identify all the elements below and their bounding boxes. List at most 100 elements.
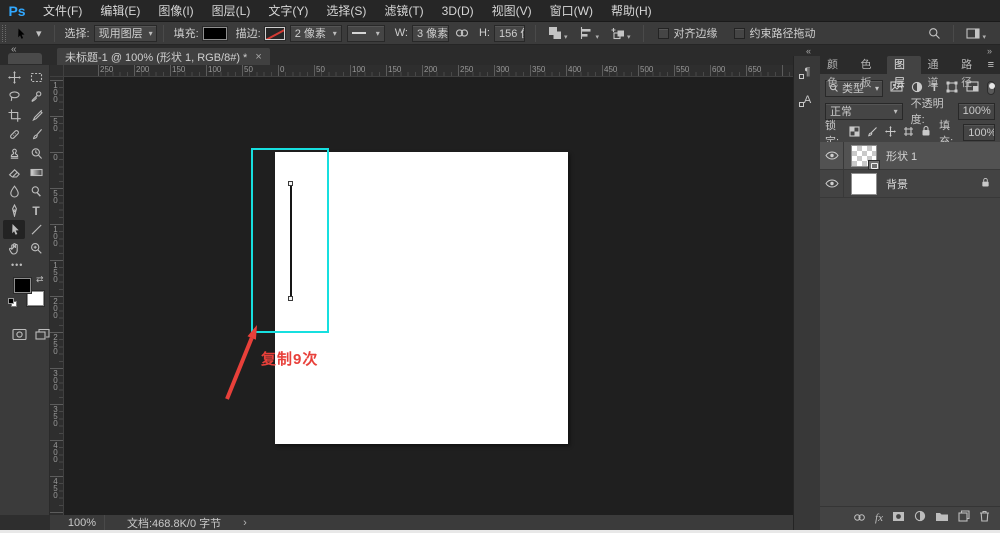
line-shape[interactable] <box>290 183 292 299</box>
healing-tool[interactable] <box>3 125 25 144</box>
path-alignment-icon[interactable]: ▾ <box>579 26 599 41</box>
zoom-level-field[interactable]: 100% <box>60 517 104 529</box>
shape-height-input[interactable]: 156 像素 <box>494 25 525 42</box>
layer-thumbnail[interactable] <box>851 145 877 167</box>
lock-pixels-icon[interactable] <box>867 126 878 140</box>
panel-tab-色板[interactable]: 色板 <box>854 56 888 74</box>
panel-tab-通道[interactable]: 通道 <box>921 56 955 74</box>
filter-adjustment-layers-icon[interactable] <box>911 81 923 96</box>
marquee-tool[interactable] <box>25 68 47 87</box>
search-icon[interactable] <box>928 27 941 40</box>
menu-item[interactable]: 视图(V) <box>483 0 541 22</box>
lock-transparency-icon[interactable] <box>849 126 860 140</box>
filter-shape-layers-icon[interactable] <box>946 81 958 96</box>
lasso-tool[interactable] <box>3 87 25 106</box>
workspace-switcher-icon[interactable]: ▾ <box>966 26 986 41</box>
status-options-icon[interactable]: › <box>243 517 247 529</box>
layer-effects-icon[interactable]: fx <box>875 512 883 524</box>
link-dimensions-icon[interactable] <box>455 28 469 38</box>
menu-item[interactable]: 滤镜(T) <box>375 0 432 22</box>
hand-tool[interactable] <box>3 239 25 258</box>
layer-row[interactable]: 形状 1 <box>820 142 1000 170</box>
tool-preset-picker[interactable]: ▾ <box>14 27 48 40</box>
vertical-ruler[interactable]: 10050050100150200250300350400450 <box>50 77 64 515</box>
stroke-width-dropdown[interactable]: 2 像素▾ <box>290 25 342 42</box>
menu-item[interactable]: 3D(D) <box>433 0 483 22</box>
layer-visibility-eye-icon[interactable] <box>820 170 844 197</box>
tools-panel-grip[interactable] <box>8 53 42 64</box>
new-layer-icon[interactable] <box>958 510 970 525</box>
link-layers-icon[interactable] <box>853 511 866 525</box>
pen-tool[interactable] <box>3 201 25 220</box>
fill-color-swatch[interactable] <box>203 27 227 40</box>
add-layer-mask-icon[interactable] <box>892 511 905 525</box>
quick-mask-icon[interactable] <box>12 328 27 344</box>
horizontal-ruler[interactable]: 2502001501005005010015020025030035040045… <box>64 65 793 77</box>
menu-item[interactable]: 帮助(H) <box>602 0 661 22</box>
type-tool[interactable]: T <box>25 201 47 220</box>
background-color-swatch[interactable] <box>27 291 44 306</box>
panel-tab-颜色[interactable]: 颜色 <box>820 56 854 74</box>
panel-menu-icon[interactable]: ≡ <box>988 56 994 74</box>
opacity-dropdown[interactable]: 100%▾ <box>958 103 995 120</box>
screen-mode-icon[interactable] <box>35 328 51 344</box>
constrain-path-drag-checkbox[interactable]: 约束路径拖动 <box>734 25 816 41</box>
character-panel-icon[interactable]: ¶ <box>794 60 821 84</box>
crop-tool[interactable] <box>3 106 25 125</box>
ruler-origin-corner[interactable] <box>50 65 64 77</box>
lock-all-icon[interactable] <box>921 125 931 140</box>
options-bar-grip[interactable] <box>2 25 6 42</box>
anchor-point-bottom[interactable] <box>288 296 293 301</box>
panel-tab-图层[interactable]: 图层 <box>887 56 921 74</box>
menu-item[interactable]: 编辑(E) <box>91 0 149 22</box>
menu-item[interactable]: 图像(I) <box>149 0 202 22</box>
foreground-color-swatch[interactable] <box>14 278 31 293</box>
layer-visibility-eye-icon[interactable] <box>820 142 844 169</box>
menu-item[interactable]: 窗口(W) <box>541 0 602 22</box>
stroke-type-dropdown[interactable]: ▾ <box>347 25 385 42</box>
menu-item[interactable]: 文件(F) <box>34 0 91 22</box>
path-selection-tool[interactable] <box>3 220 25 239</box>
fill-opacity-dropdown[interactable]: 100%▾ <box>963 124 995 141</box>
snap-edges-checkbox[interactable]: 对齐边缘 <box>658 25 718 41</box>
collapse-panel-strip-icon[interactable]: « <box>806 46 811 56</box>
line-tool[interactable] <box>25 220 47 239</box>
paragraph-styles-panel-icon[interactable]: A <box>794 88 821 112</box>
path-arrangement-icon[interactable]: ▾ <box>611 26 631 41</box>
quick-selection-tool[interactable] <box>25 87 47 106</box>
dodge-tool[interactable] <box>25 182 47 201</box>
path-operations-icon[interactable]: ▾ <box>548 26 568 41</box>
lock-artboard-icon[interactable] <box>903 126 914 140</box>
panel-tab-路径[interactable]: 路径 <box>954 56 988 74</box>
layer-thumbnail[interactable] <box>851 173 877 195</box>
delete-layer-icon[interactable] <box>979 510 990 525</box>
brush-tool[interactable] <box>25 125 47 144</box>
layer-row[interactable]: 背景 <box>820 170 1000 198</box>
anchor-point-top[interactable] <box>288 181 293 186</box>
move-tool[interactable] <box>3 68 25 87</box>
menu-item[interactable]: 选择(S) <box>317 0 375 22</box>
new-group-icon[interactable] <box>935 511 949 525</box>
eraser-tool[interactable] <box>3 163 25 182</box>
blur-tool[interactable] <box>3 182 25 201</box>
gradient-tool[interactable] <box>25 163 47 182</box>
collapse-panels-icon[interactable]: » <box>987 46 992 56</box>
edit-toolbar-ellipsis-icon[interactable]: ••• <box>3 258 47 272</box>
menu-item[interactable]: 文字(Y) <box>259 0 317 22</box>
filter-toggle-switch[interactable] <box>987 81 995 95</box>
close-tab-icon[interactable]: × <box>255 51 261 63</box>
document-tab[interactable]: 未标题-1 @ 100% (形状 1, RGB/8#) * × <box>57 48 270 65</box>
lock-position-icon[interactable] <box>885 126 896 140</box>
canvas-area[interactable]: 复制9次 <box>64 77 793 515</box>
zoom-tool[interactable] <box>25 239 47 258</box>
default-colors-icon[interactable] <box>8 298 17 307</box>
swap-colors-icon[interactable]: ⇄ <box>36 274 44 285</box>
shape-width-input[interactable]: 3 像素 <box>412 25 449 42</box>
history-brush-tool[interactable] <box>25 144 47 163</box>
select-mode-dropdown[interactable]: 现用图层▾ <box>94 25 157 42</box>
menu-item[interactable]: 图层(L) <box>203 0 260 22</box>
stroke-color-swatch[interactable] <box>265 27 285 40</box>
new-adjustment-layer-icon[interactable] <box>914 510 926 525</box>
eyedropper-tool[interactable] <box>25 106 47 125</box>
stamp-tool[interactable] <box>3 144 25 163</box>
